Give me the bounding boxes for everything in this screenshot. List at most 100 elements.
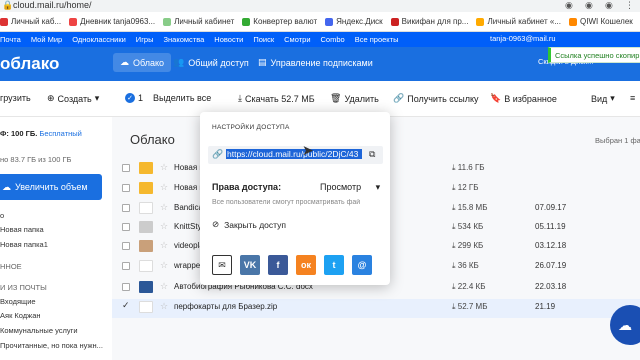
file-date: 03.12.18 — [535, 241, 567, 250]
row-checkbox[interactable] — [122, 262, 130, 270]
cloud-logo[interactable]: облако — [0, 54, 59, 74]
share-email-button[interactable]: ✉ — [212, 255, 232, 275]
favorites-button[interactable]: 🔖 В избранное — [490, 93, 557, 104]
sidebar-item[interactable]: Прочитанные, но пока нужн... — [0, 341, 103, 350]
portal-link[interactable]: Смотри — [284, 35, 310, 44]
bookmark-item[interactable]: Дневник tanja0963... — [69, 17, 155, 26]
share-vk-button[interactable]: VK — [240, 255, 260, 275]
extension-icon[interactable]: ◉ — [585, 0, 593, 11]
bookmark-icon: 🔖 — [490, 93, 502, 103]
row-checkbox[interactable] — [122, 204, 130, 212]
tariff-link[interactable]: Бесплатный — [39, 129, 81, 138]
share-myworld-button[interactable]: @ — [352, 255, 372, 275]
file-thumbnail — [139, 301, 153, 313]
star-icon[interactable]: ☆ — [160, 301, 168, 312]
star-icon[interactable]: ☆ — [160, 202, 168, 213]
portal-link[interactable]: Мой Мир — [31, 35, 62, 44]
upgrade-storage-button[interactable]: ☁ Увеличить объем — [0, 174, 102, 200]
row-checkbox[interactable] — [122, 164, 130, 172]
bookmark-item[interactable]: Конвертер валют — [242, 17, 317, 26]
bookmark-favicon-icon — [569, 17, 577, 26]
portal-link[interactable]: Одноклассники — [72, 35, 126, 44]
portal-link[interactable]: Знакомства — [164, 35, 205, 44]
portal-link[interactable]: Combo — [321, 35, 345, 44]
file-size: ⤓ 36 КБ — [452, 261, 479, 270]
row-checkbox[interactable] — [122, 184, 130, 192]
tab-shared[interactable]: 👥 Общий доступ — [173, 57, 249, 68]
file-size: ⤓ 534 КБ — [452, 222, 484, 231]
bookmark-favicon-icon — [390, 17, 399, 26]
row-checkbox[interactable] — [122, 242, 130, 250]
sidebar-item[interactable]: Новая папка1 — [0, 240, 48, 249]
create-button[interactable]: ⊕ Создать ▾ — [47, 93, 99, 104]
access-rights-select[interactable]: Просмотр ▾ — [320, 182, 380, 193]
row-checkbox[interactable]: ✓ — [122, 300, 130, 310]
sidebar-item: И ИЗ ПОЧТЫ — [0, 283, 47, 292]
menu-icon[interactable]: ⋮ — [625, 0, 634, 11]
share-twitter-button[interactable]: t — [324, 255, 344, 275]
tab-cloud[interactable]: ☁ Облако — [113, 53, 172, 72]
sidebar-item[interactable]: Коммунальные услуги — [0, 326, 78, 335]
portal-link[interactable]: Новости — [214, 35, 243, 44]
extension-icon[interactable]: ◉ — [565, 0, 573, 11]
toast-link-copied: Ссылка успешно скопир — [548, 47, 640, 63]
cloud-icon: ☁ — [120, 57, 129, 67]
portal-link[interactable]: Все проекты — [355, 35, 399, 44]
view-button[interactable]: Вид ▾ — [591, 93, 615, 104]
tariff-info: Ф: 100 ГБ. Бесплатный — [0, 129, 82, 138]
upload-button[interactable]: грузить — [0, 93, 31, 103]
copy-icon[interactable]: ⧉ — [369, 149, 375, 160]
file-name[interactable]: перфокарты для Бразер.zip — [174, 302, 277, 311]
extension-icon[interactable]: ◉ — [605, 0, 613, 11]
portal-user[interactable]: tanja-0963@mail.ru — [490, 34, 556, 43]
bookmark-item[interactable]: QIWI Кошелек — [569, 17, 633, 26]
sort-icon[interactable]: ≡ — [630, 93, 635, 103]
get-link-button[interactable]: 🔗 Получить ссылку — [393, 93, 479, 104]
portal-link[interactable]: Поиск — [253, 35, 274, 44]
breadcrumb[interactable]: Облако — [130, 132, 175, 147]
link-icon: 🔗 — [393, 93, 405, 103]
star-icon[interactable]: ☆ — [160, 162, 168, 173]
bookmark-item[interactable]: Личный каб... — [0, 17, 61, 26]
portal-link[interactable]: Игры — [136, 35, 154, 44]
star-icon[interactable]: ☆ — [160, 240, 168, 251]
download-button[interactable]: ⤓ Скачать 52.7 МБ — [238, 93, 315, 104]
close-access-button[interactable]: ⊘ Закрыть доступ — [212, 219, 286, 230]
bookmark-item[interactable]: Яндекс.Диск — [325, 17, 383, 26]
cloud-header: облако ☁ Облако 👥 Общий доступ ▤ Управле… — [0, 47, 640, 81]
star-icon[interactable]: ☆ — [160, 182, 168, 193]
delete-button[interactable]: 🗑 Удалить — [330, 93, 379, 104]
selection-indicator[interactable]: ✓ 1 — [125, 93, 143, 103]
sidebar-item[interactable]: Аяк Коджан — [0, 311, 41, 320]
share-odnoklassniki-button[interactable]: ок — [296, 255, 316, 275]
browser-url-bar[interactable]: 🔒 cloud.mail.ru/home/ ◉ ◉ ◉ ⋮ — [0, 0, 640, 12]
public-link-field[interactable]: 🔗 https://cloud.mail.ru/public/2DjC/43 ⧉ — [208, 146, 383, 164]
bookmark-favicon-icon — [0, 17, 8, 26]
bookmark-item[interactable]: Личный кабинет — [163, 17, 234, 26]
select-all-button[interactable]: Выделить все — [153, 93, 211, 103]
file-date: 07.09.17 — [535, 203, 567, 212]
public-link-url[interactable]: https://cloud.mail.ru/public/2DjC/43 — [226, 149, 362, 159]
share-facebook-button[interactable]: f — [268, 255, 288, 275]
star-icon[interactable]: ☆ — [160, 260, 168, 271]
row-checkbox[interactable] — [122, 223, 130, 231]
row-checkbox[interactable] — [122, 283, 130, 291]
file-size: ⤓ 52.7 МБ — [452, 302, 488, 311]
access-rights-label: Права доступа: — [212, 182, 282, 192]
portal-link[interactable]: Почта — [0, 35, 21, 44]
star-icon[interactable]: ☆ — [160, 281, 168, 292]
sidebar-item: ННОЕ — [0, 262, 22, 271]
sidebar-item[interactable]: о — [0, 211, 4, 220]
tab-subscriptions[interactable]: ▤ Управление подписками — [258, 57, 373, 68]
sidebar-item[interactable]: Входящие — [0, 297, 36, 306]
address-text[interactable]: cloud.mail.ru/home/ — [13, 0, 92, 10]
bookmark-favicon-icon — [242, 17, 251, 26]
bookmark-item[interactable]: Личный кабинет «... — [476, 17, 561, 26]
bookmark-item[interactable]: Викифан для пр... — [390, 17, 468, 26]
caret-down-icon: ▾ — [375, 182, 381, 192]
mouse-cursor-icon: ➤ — [302, 142, 314, 158]
bookmarks-bar: Личный каб... Дневник tanja0963... Личный … — [0, 12, 640, 32]
table-row[interactable]: ✓ ☆ перфокарты для Бразер.zip ⤓ 52.7 МБ 21.1… — [112, 299, 640, 318]
star-icon[interactable]: ☆ — [160, 221, 168, 232]
sidebar-item[interactable]: Новая папка — [0, 225, 44, 234]
